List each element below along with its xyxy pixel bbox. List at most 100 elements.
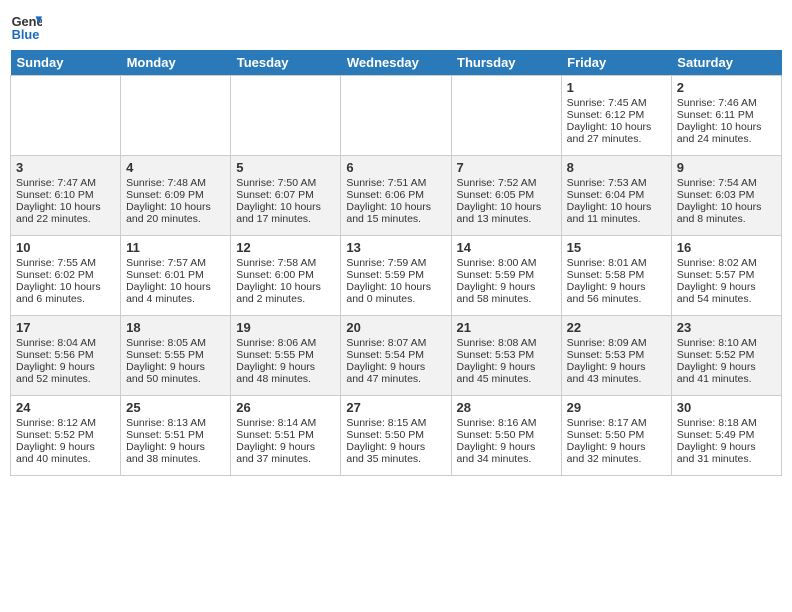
- sunset-text: Sunset: 5:51 PM: [236, 429, 335, 441]
- day-number: 18: [126, 320, 225, 335]
- calendar-table: SundayMondayTuesdayWednesdayThursdayFrid…: [10, 50, 782, 476]
- daylight-text: Daylight: 9 hours and 50 minutes.: [126, 361, 225, 385]
- svg-text:Blue: Blue: [12, 27, 40, 42]
- sunset-text: Sunset: 5:55 PM: [126, 349, 225, 361]
- calendar-cell: 11Sunrise: 7:57 AMSunset: 6:01 PMDayligh…: [121, 236, 231, 316]
- sunrise-text: Sunrise: 8:10 AM: [677, 337, 776, 349]
- sunset-text: Sunset: 6:10 PM: [16, 189, 115, 201]
- sunrise-text: Sunrise: 8:04 AM: [16, 337, 115, 349]
- day-number: 27: [346, 400, 445, 415]
- day-number: 25: [126, 400, 225, 415]
- day-header-tuesday: Tuesday: [231, 50, 341, 76]
- sunset-text: Sunset: 5:52 PM: [16, 429, 115, 441]
- daylight-text: Daylight: 9 hours and 45 minutes.: [457, 361, 556, 385]
- sunset-text: Sunset: 5:53 PM: [567, 349, 666, 361]
- daylight-text: Daylight: 10 hours and 6 minutes.: [16, 281, 115, 305]
- sunrise-text: Sunrise: 7:53 AM: [567, 177, 666, 189]
- day-number: 6: [346, 160, 445, 175]
- daylight-text: Daylight: 10 hours and 13 minutes.: [457, 201, 556, 225]
- calendar-cell: 30Sunrise: 8:18 AMSunset: 5:49 PMDayligh…: [671, 396, 781, 476]
- sunrise-text: Sunrise: 7:46 AM: [677, 97, 776, 109]
- sunrise-text: Sunrise: 7:59 AM: [346, 257, 445, 269]
- daylight-text: Daylight: 10 hours and 4 minutes.: [126, 281, 225, 305]
- calendar-cell: 15Sunrise: 8:01 AMSunset: 5:58 PMDayligh…: [561, 236, 671, 316]
- calendar-cell: 29Sunrise: 8:17 AMSunset: 5:50 PMDayligh…: [561, 396, 671, 476]
- day-number: 14: [457, 240, 556, 255]
- daylight-text: Daylight: 10 hours and 8 minutes.: [677, 201, 776, 225]
- day-header-monday: Monday: [121, 50, 231, 76]
- sunrise-text: Sunrise: 8:09 AM: [567, 337, 666, 349]
- day-number: 9: [677, 160, 776, 175]
- sunset-text: Sunset: 5:51 PM: [126, 429, 225, 441]
- calendar-cell: 24Sunrise: 8:12 AMSunset: 5:52 PMDayligh…: [11, 396, 121, 476]
- daylight-text: Daylight: 9 hours and 47 minutes.: [346, 361, 445, 385]
- daylight-text: Daylight: 9 hours and 35 minutes.: [346, 441, 445, 465]
- day-number: 22: [567, 320, 666, 335]
- sunrise-text: Sunrise: 7:54 AM: [677, 177, 776, 189]
- calendar-cell: 22 Sunrise: 8:09 AMSunset: 5:53 PMDayligh…: [561, 316, 671, 396]
- calendar-cell: 6 Sunrise: 7:51 AMSunset: 6:06 PMDaylight…: [341, 156, 451, 236]
- sunrise-text: Sunrise: 8:12 AM: [16, 417, 115, 429]
- sunset-text: Sunset: 5:52 PM: [677, 349, 776, 361]
- calendar-cell: 7Sunrise: 7:52 AMSunset: 6:05 PMDaylight…: [451, 156, 561, 236]
- calendar-week-4: 17 Sunrise: 8:04 AMSunset: 5:56 PM Dayligh…: [11, 316, 782, 396]
- day-number: 1: [567, 80, 666, 95]
- calendar-cell: 12Sunrise: 7:58 AMSunset: 6:00 PMDayligh…: [231, 236, 341, 316]
- daylight-text: Daylight: 9 hours and 37 minutes.: [236, 441, 335, 465]
- sunset-text: Sunset: 5:50 PM: [457, 429, 556, 441]
- sunset-text: Sunset: 6:05 PM: [457, 189, 556, 201]
- calendar-week-5: 24Sunrise: 8:12 AMSunset: 5:52 PMDayligh…: [11, 396, 782, 476]
- calendar-cell: [11, 76, 121, 156]
- sunrise-text: Sunrise: 7:50 AM: [236, 177, 335, 189]
- sunset-text: Sunset: 6:01 PM: [126, 269, 225, 281]
- day-number: 19: [236, 320, 335, 335]
- sunset-text: Sunset: 6:11 PM: [677, 109, 776, 121]
- sunrise-text: Sunrise: 7:57 AM: [126, 257, 225, 269]
- sunset-text: Sunset: 5:58 PM: [567, 269, 666, 281]
- calendar-week-1: 1Sunrise: 7:45 AMSunset: 6:12 PMDaylight…: [11, 76, 782, 156]
- sunrise-text: Sunrise: 8:05 AM: [126, 337, 225, 349]
- daylight-text: Daylight: 10 hours and 15 minutes.: [346, 201, 445, 225]
- day-header-wednesday: Wednesday: [341, 50, 451, 76]
- sunrise-text: Sunrise: 7:58 AM: [236, 257, 335, 269]
- sunset-text: Sunset: 5:56 PM: [16, 349, 115, 361]
- sunset-text: Sunset: 6:06 PM: [346, 189, 445, 201]
- day-number: 17: [16, 320, 115, 335]
- calendar-cell: 23Sunrise: 8:10 AMSunset: 5:52 PMDayligh…: [671, 316, 781, 396]
- calendar-body: 1Sunrise: 7:45 AMSunset: 6:12 PMDaylight…: [11, 76, 782, 476]
- day-number: 12: [236, 240, 335, 255]
- day-number: 30: [677, 400, 776, 415]
- calendar-cell: 27Sunrise: 8:15 AMSunset: 5:50 PMDayligh…: [341, 396, 451, 476]
- calendar-cell: 25Sunrise: 8:13 AMSunset: 5:51 PMDayligh…: [121, 396, 231, 476]
- day-number: 28: [457, 400, 556, 415]
- sunset-text: Sunset: 6:03 PM: [677, 189, 776, 201]
- sunrise-text: Sunrise: 8:06 AM: [236, 337, 335, 349]
- day-header-thursday: Thursday: [451, 50, 561, 76]
- daylight-text: Daylight: 9 hours and 41 minutes.: [677, 361, 776, 385]
- header: General Blue: [10, 10, 782, 42]
- calendar-cell: 16Sunrise: 8:02 AMSunset: 5:57 PMDayligh…: [671, 236, 781, 316]
- calendar-cell: [451, 76, 561, 156]
- daylight-text: Daylight: 9 hours and 58 minutes.: [457, 281, 556, 305]
- sunrise-text: Sunrise: 7:51 AM: [346, 177, 445, 189]
- calendar-cell: [231, 76, 341, 156]
- day-number: 21: [457, 320, 556, 335]
- daylight-text: Daylight: 10 hours and 2 minutes.: [236, 281, 335, 305]
- calendar-cell: 4Sunrise: 7:48 AMSunset: 6:09 PMDaylight…: [121, 156, 231, 236]
- sunset-text: Sunset: 6:02 PM: [16, 269, 115, 281]
- sunset-text: Sunset: 5:50 PM: [346, 429, 445, 441]
- daylight-text: Daylight: 10 hours and 11 minutes.: [567, 201, 666, 225]
- sunrise-text: Sunrise: 8:00 AM: [457, 257, 556, 269]
- sunset-text: Sunset: 6:09 PM: [126, 189, 225, 201]
- calendar-cell: 5Sunrise: 7:50 AMSunset: 6:07 PMDaylight…: [231, 156, 341, 236]
- daylight-text: Daylight: 9 hours and 34 minutes.: [457, 441, 556, 465]
- calendar-cell: 17Sunrise: 8:04 AMSunset: 5:56 PMDayligh…: [11, 316, 121, 396]
- day-number: 3: [16, 160, 115, 175]
- day-number: 5: [236, 160, 335, 175]
- daylight-text: Daylight: 10 hours and 27 minutes.: [567, 121, 666, 145]
- daylight-text: Daylight: 9 hours and 43 minutes.: [567, 361, 666, 385]
- sunset-text: Sunset: 6:07 PM: [236, 189, 335, 201]
- calendar-cell: 9 Sunrise: 7:54 AMSunset: 6:03 PMDaylight…: [671, 156, 781, 236]
- sunrise-text: Sunrise: 7:52 AM: [457, 177, 556, 189]
- day-number: 2: [677, 80, 776, 95]
